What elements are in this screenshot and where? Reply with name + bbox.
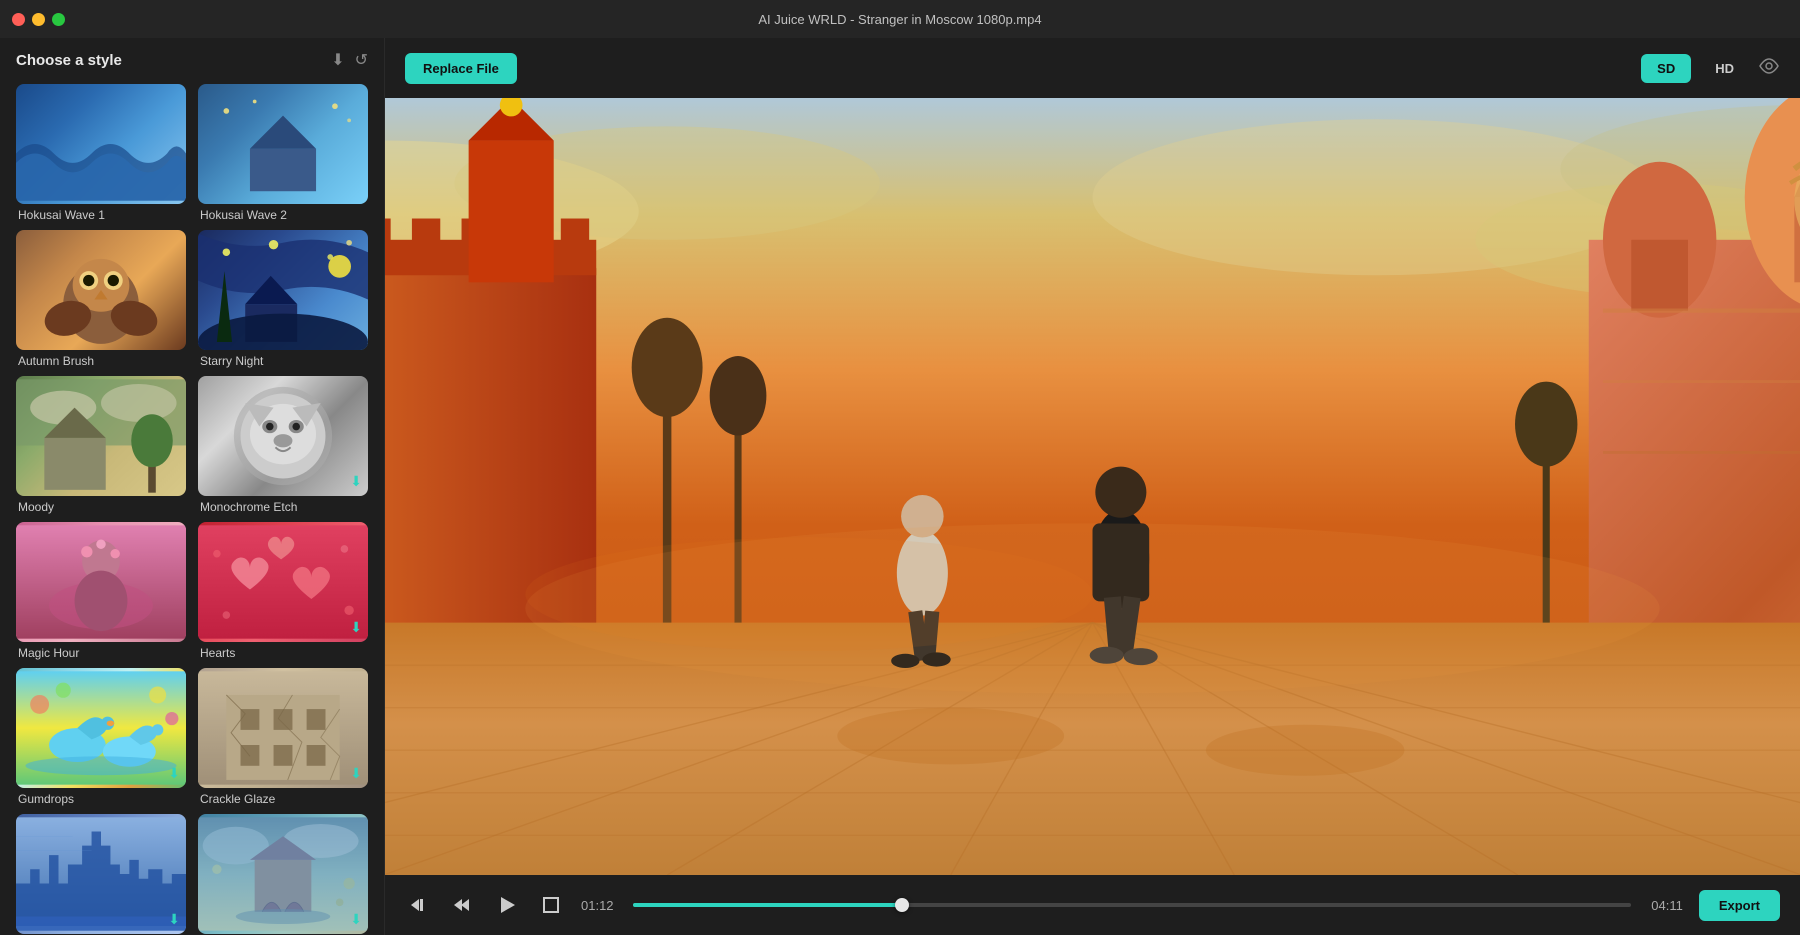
style-item-magic-hour[interactable]: Magic Hour: [10, 518, 192, 664]
step-back-button[interactable]: [449, 891, 477, 919]
sd-button[interactable]: SD: [1641, 54, 1691, 83]
close-button[interactable]: [12, 13, 25, 26]
style-item-starry-night[interactable]: Starry Night: [192, 226, 374, 372]
styles-grid: Hokusai Wave 1 Hokusai Wave 2: [0, 80, 384, 935]
style-label-hokusai1: Hokusai Wave 1: [16, 208, 186, 222]
window-title: AI Juice WRLD - Stranger in Moscow 1080p…: [758, 12, 1041, 27]
progress-handle[interactable]: [895, 898, 909, 912]
style-label-hearts: Hearts: [198, 646, 368, 660]
style-thumb-hokusai1: [16, 84, 186, 204]
refresh-icon[interactable]: ↺: [355, 50, 368, 70]
minimize-button[interactable]: [32, 13, 45, 26]
video-container: [385, 98, 1800, 875]
content-header: Replace File SD HD: [385, 38, 1800, 98]
maximize-button[interactable]: [52, 13, 65, 26]
style-label-autumn-brush: Autumn Brush: [16, 354, 186, 368]
eye-icon[interactable]: [1758, 58, 1780, 79]
titlebar: AI Juice WRLD - Stranger in Moscow 1080p…: [0, 0, 1800, 38]
progress-fill: [633, 903, 902, 907]
style-label-crackle-glaze: Crackle Glaze: [198, 792, 368, 806]
style-item-moody[interactable]: Moody: [10, 372, 192, 518]
style-item-blue-pen[interactable]: ⬇ Blue Pen: [10, 810, 192, 935]
current-time: 01:12: [581, 898, 617, 913]
sidebar-header: Choose a style ⬇ ↺: [0, 38, 384, 80]
export-button[interactable]: Export: [1699, 890, 1780, 921]
video-frame: [385, 98, 1800, 875]
skip-back-button[interactable]: [405, 891, 433, 919]
style-label-monochrome-etch: Monochrome Etch: [198, 500, 368, 514]
sidebar-title: Choose a style: [16, 52, 122, 69]
style-thumb-magic-hour: [16, 522, 186, 642]
style-thumb-monochrome-etch: ⬇: [198, 376, 368, 496]
download-badge-gumdrops: ⬇: [168, 765, 180, 782]
style-item-crackle-glaze[interactable]: ⬇ Crackle Glaze: [192, 664, 374, 810]
style-item-hokusai1[interactable]: Hokusai Wave 1: [10, 80, 192, 226]
style-label-starry-night: Starry Night: [198, 354, 368, 368]
content-area: Replace File SD HD: [385, 38, 1800, 935]
progress-bar[interactable]: [633, 903, 1631, 907]
style-label-moody: Moody: [16, 500, 186, 514]
download-badge-blue-pen: ⬇: [168, 911, 180, 928]
style-thumb-moody: [16, 376, 186, 496]
download-badge-impressionist: ⬇: [350, 911, 362, 928]
style-thumb-crackle-glaze: ⬇: [198, 668, 368, 788]
download-badge-monochrome: ⬇: [350, 473, 362, 490]
style-thumb-starry-night: [198, 230, 368, 350]
sidebar: Choose a style ⬇ ↺ Hokusai Wave 1: [0, 38, 385, 935]
download-icon[interactable]: ⬇: [331, 50, 344, 70]
style-thumb-hearts: ⬇: [198, 522, 368, 642]
style-thumb-impressionist: ⬇: [198, 814, 368, 934]
style-thumb-autumn-brush: [16, 230, 186, 350]
style-item-hokusai2[interactable]: Hokusai Wave 2: [192, 80, 374, 226]
player-controls: 01:12 04:11 Export: [385, 875, 1800, 935]
download-badge-crackle-glaze: ⬇: [350, 765, 362, 782]
replace-file-button[interactable]: Replace File: [405, 53, 517, 84]
style-label-magic-hour: Magic Hour: [16, 646, 186, 660]
style-label-gumdrops: Gumdrops: [16, 792, 186, 806]
end-time: 04:11: [1647, 898, 1683, 913]
style-item-autumn-brush[interactable]: Autumn Brush: [10, 226, 192, 372]
style-item-hearts[interactable]: ⬇ Hearts: [192, 518, 374, 664]
download-badge-hearts: ⬇: [350, 619, 362, 636]
sidebar-actions: ⬇ ↺: [331, 50, 368, 70]
style-item-gumdrops[interactable]: ⬇ Gumdrops: [10, 664, 192, 810]
quality-controls: SD HD: [1641, 54, 1780, 83]
style-thumb-blue-pen: ⬇: [16, 814, 186, 934]
style-thumb-hokusai2: [198, 84, 368, 204]
traffic-lights: [12, 13, 65, 26]
style-thumb-gumdrops: ⬇: [16, 668, 186, 788]
play-button[interactable]: [493, 891, 521, 919]
style-item-monochrome-etch[interactable]: ⬇ Monochrome Etch: [192, 372, 374, 518]
style-label-hokusai2: Hokusai Wave 2: [198, 208, 368, 222]
style-item-impressionist[interactable]: ⬇ Impressionist: [192, 810, 374, 935]
stop-button[interactable]: [537, 891, 565, 919]
hd-button[interactable]: HD: [1699, 54, 1750, 83]
main-layout: Choose a style ⬇ ↺ Hokusai Wave 1: [0, 38, 1800, 935]
